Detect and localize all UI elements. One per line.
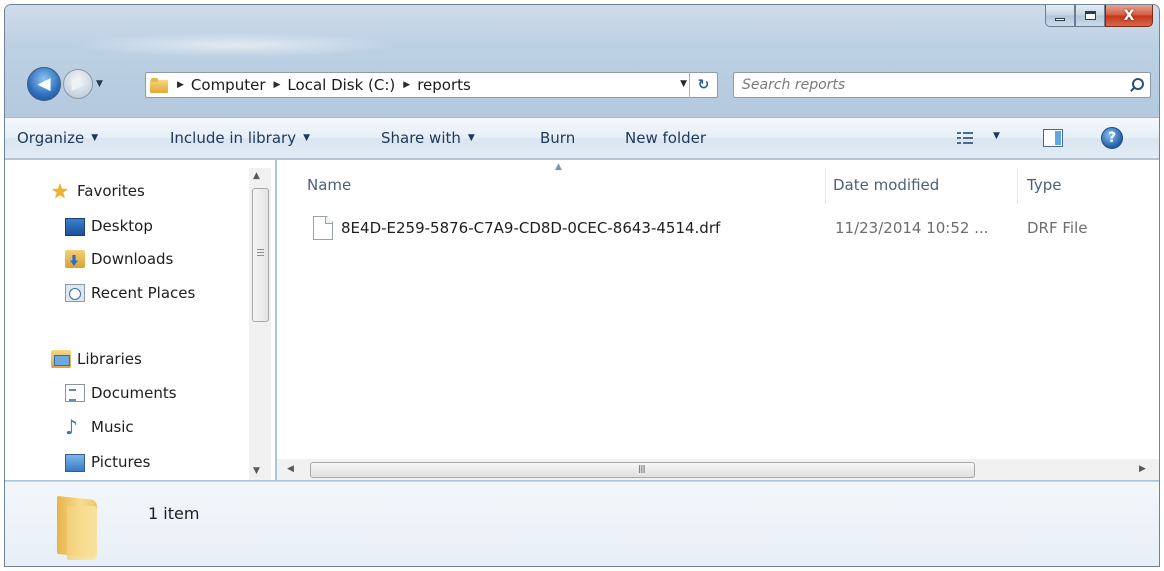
details-pane: 1 item — [5, 481, 1159, 566]
help-icon[interactable]: ? — [1101, 127, 1123, 149]
nav-scroll-thumb[interactable] — [252, 188, 269, 322]
breadcrumb-local-disk[interactable]: Local Disk (C:) — [287, 76, 395, 94]
pictures-icon — [65, 454, 85, 472]
file-type: DRF File — [1027, 219, 1088, 237]
maximize-icon — [1084, 11, 1096, 20]
burn-button[interactable]: Burn — [540, 129, 575, 147]
chevron-down-icon: ▼ — [303, 133, 310, 143]
column-header-type[interactable]: Type — [1027, 176, 1061, 194]
desktop-icon — [65, 218, 85, 236]
refresh-icon[interactable]: ↻ — [689, 72, 717, 98]
include-in-library-button[interactable]: Include in library ▼ — [170, 129, 310, 147]
chevron-down-icon: ▼ — [91, 133, 99, 143]
file-name: 8E4D-E259-5876-C7A9-CD8D-0CEC-8643-4514.… — [341, 219, 721, 237]
share-with-button[interactable]: Share with ▼ — [381, 129, 475, 147]
horizontal-scroll-thumb[interactable]: III — [310, 462, 975, 478]
scroll-down-icon[interactable]: ▼ — [253, 466, 260, 476]
share-with-label: Share with — [381, 129, 461, 147]
organize-button[interactable]: Organize ▼ — [17, 129, 98, 147]
nav-item-downloads[interactable]: Downloads — [65, 250, 173, 268]
nav-item-label: Recent Places — [91, 284, 196, 302]
minimize-icon — [1055, 17, 1065, 21]
scroll-up-icon[interactable]: ▲ — [253, 171, 260, 181]
downloads-icon — [65, 250, 85, 268]
nav-libraries[interactable]: Libraries — [51, 350, 142, 368]
explorer-window: X ◀ ▶ ▼ ▶ Computer ▶ Local Disk (C:) ▶ r… — [4, 4, 1160, 567]
breadcrumb-separator-icon[interactable]: ▶ — [274, 80, 281, 90]
grip-icon — [257, 249, 264, 256]
nav-libraries-label: Libraries — [77, 350, 142, 368]
documents-icon — [65, 384, 85, 402]
nav-item-label: Music — [91, 418, 134, 436]
nav-item-label: Downloads — [91, 250, 174, 268]
forward-button[interactable]: ▶ — [63, 69, 93, 99]
grip-icon: III — [638, 463, 646, 476]
scroll-left-icon[interactable]: ◀ — [287, 464, 294, 474]
chevron-down-icon: ▼ — [467, 133, 475, 143]
minimize-button[interactable] — [1045, 5, 1075, 27]
search-icon[interactable] — [1129, 78, 1144, 92]
nav-item-label: Desktop — [91, 217, 153, 235]
nav-item-recent-places[interactable]: Recent Places — [65, 284, 195, 302]
include-in-library-label: Include in library — [170, 129, 297, 147]
column-divider[interactable] — [1017, 168, 1018, 204]
title-bar — [5, 5, 1159, 117]
new-folder-button[interactable]: New folder — [625, 129, 706, 147]
recent-places-icon — [65, 284, 85, 302]
nav-item-documents[interactable]: Documents — [65, 384, 177, 402]
close-button[interactable]: X — [1105, 5, 1153, 27]
close-icon: X — [1123, 7, 1135, 24]
file-date-modified: 11/23/2014 10:52 ... — [835, 219, 989, 237]
back-button[interactable]: ◀ — [27, 67, 61, 101]
sort-ascending-icon: ▲ — [555, 162, 562, 172]
generic-file-icon — [313, 216, 333, 240]
change-view-icon[interactable] — [957, 131, 973, 145]
caption-buttons: X — [1045, 5, 1153, 27]
file-list-pane: ▲ Name Date modified Type 8E4D-E259-5876… — [277, 160, 1159, 480]
maximize-button[interactable] — [1075, 5, 1105, 27]
organize-label: Organize — [17, 129, 85, 147]
nav-item-label: Pictures — [91, 453, 151, 471]
search-box[interactable] — [733, 72, 1151, 98]
item-count: 1 item — [148, 504, 200, 523]
view-options-dropdown-icon[interactable]: ▼ — [993, 131, 1000, 141]
back-arrow-icon: ◀ — [37, 74, 51, 94]
nav-pane-scrollbar[interactable]: ▲ ▼ — [249, 168, 271, 480]
file-row[interactable]: 8E4D-E259-5876-C7A9-CD8D-0CEC-8643-4514.… — [307, 213, 1147, 243]
nav-favorites-label: Favorites — [77, 182, 145, 200]
music-icon: ♪ — [65, 415, 78, 439]
address-bar[interactable]: ▶ Computer ▶ Local Disk (C:) ▶ reports ▼… — [145, 72, 718, 98]
scroll-right-icon[interactable]: ▶ — [1139, 464, 1146, 474]
nav-item-label: Documents — [91, 384, 177, 402]
libraries-icon — [51, 350, 71, 368]
address-dropdown-icon[interactable]: ▼ — [680, 79, 687, 89]
breadcrumb-separator-icon[interactable]: ▶ — [403, 80, 410, 90]
preview-pane-icon[interactable] — [1043, 129, 1063, 147]
nav-item-pictures[interactable]: Pictures — [65, 452, 150, 472]
column-header-name[interactable]: Name — [307, 176, 351, 194]
folder-icon — [150, 77, 168, 93]
recent-pages-dropdown[interactable]: ▼ — [96, 79, 103, 89]
star-icon: ★ — [51, 179, 69, 203]
breadcrumb-computer[interactable]: Computer — [191, 76, 266, 94]
column-divider[interactable] — [825, 168, 826, 204]
nav-favorites[interactable]: ★ Favorites — [51, 179, 145, 203]
burn-label: Burn — [540, 129, 576, 147]
breadcrumb-separator-icon[interactable]: ▶ — [177, 80, 184, 90]
nav-item-desktop[interactable]: Desktop — [65, 216, 153, 236]
command-bar: Organize ▼ Include in library ▼ Share with… — [5, 117, 1159, 159]
column-header-date-modified[interactable]: Date modified — [833, 176, 939, 194]
horizontal-scrollbar[interactable]: ◀ III ▶ — [277, 459, 1159, 480]
new-folder-label: New folder — [625, 129, 707, 147]
folder-icon — [53, 498, 105, 560]
forward-arrow-icon: ▶ — [71, 74, 85, 94]
navigation-pane: ★ Favorites Desktop Downloads Recent Pla… — [5, 160, 275, 480]
search-input[interactable] — [742, 77, 1112, 93]
nav-item-music[interactable]: ♪ Music — [65, 415, 134, 439]
breadcrumb-reports[interactable]: reports — [417, 76, 471, 94]
navigation-buttons: ◀ ▶ ▼ — [27, 67, 103, 101]
